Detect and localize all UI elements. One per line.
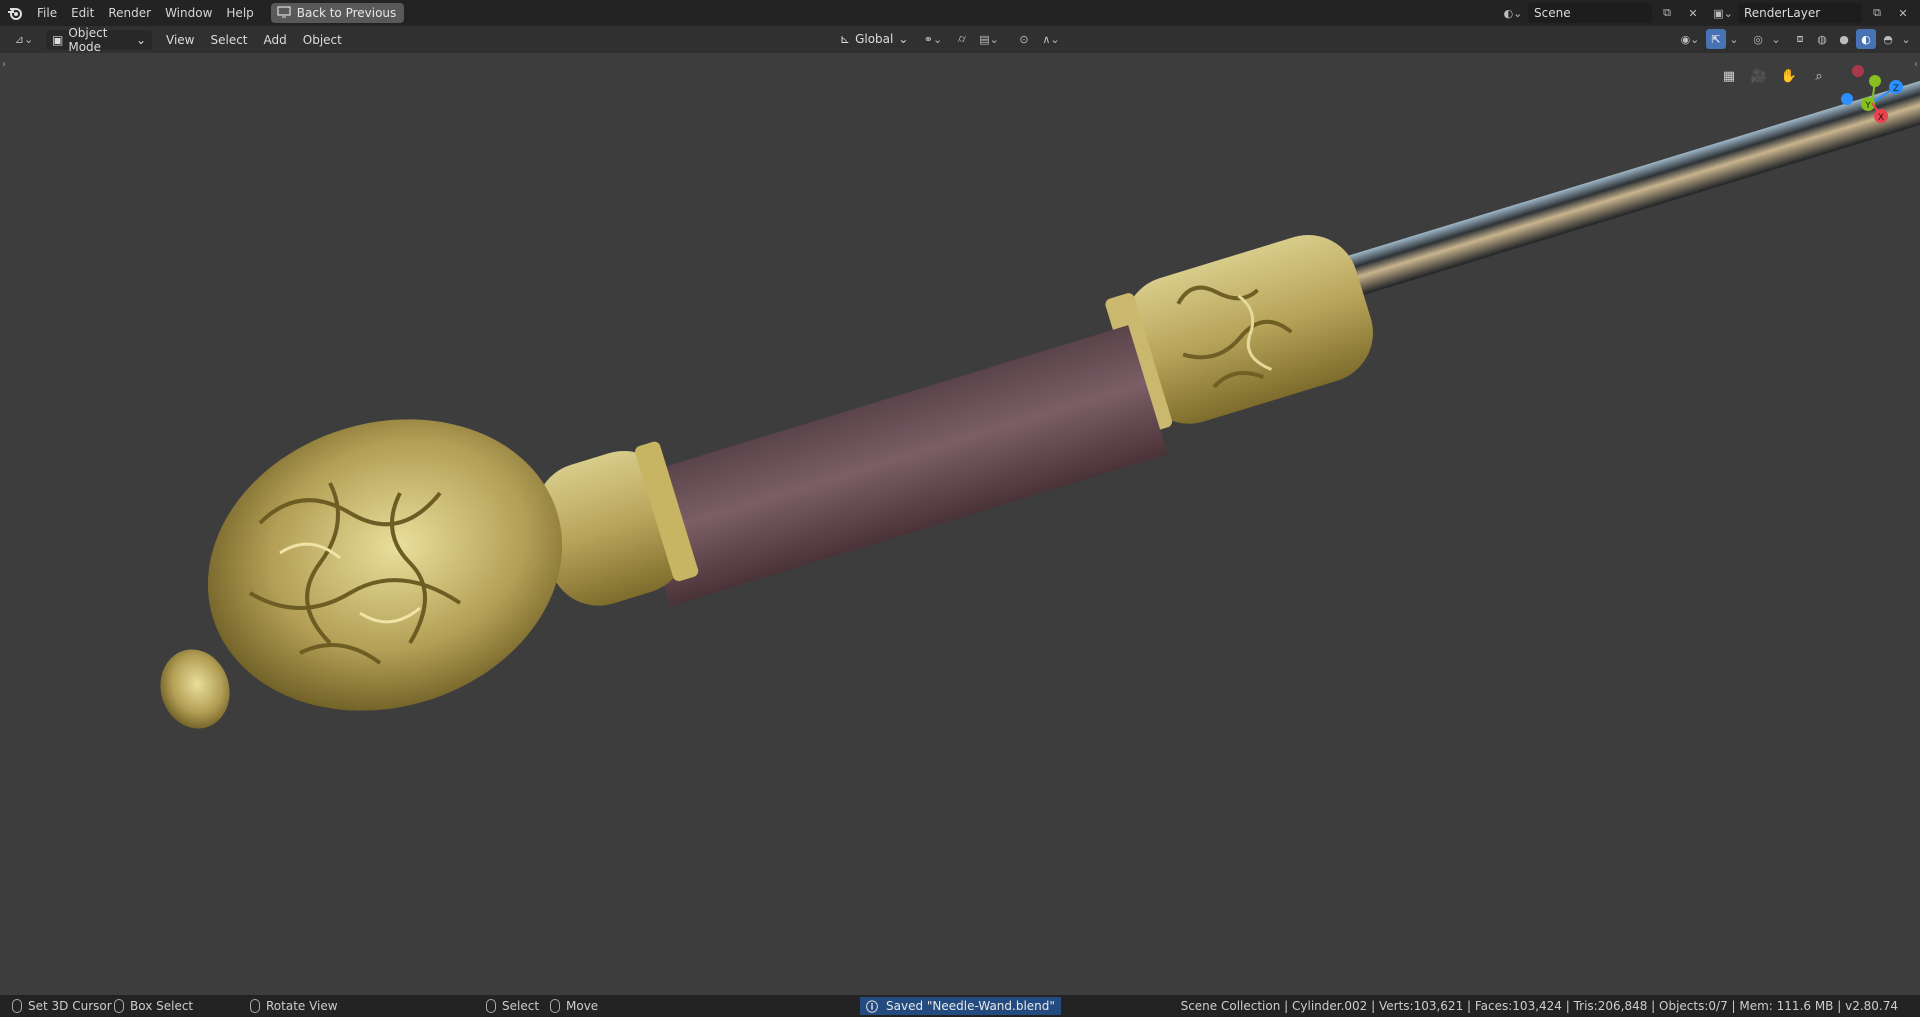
status-label: Set 3D Cursor xyxy=(28,999,112,1013)
status-message-text: Saved "Needle-Wand.blend" xyxy=(886,999,1055,1013)
pivot-point-icon[interactable]: ⚭⌄ xyxy=(918,29,948,49)
zoom-view-icon[interactable]: ⌕ xyxy=(1806,63,1832,89)
overlays-toggle-icon[interactable]: ◎ xyxy=(1748,29,1768,49)
viewport-header: ⊿⌄ ▣ Object Mode ⌄ View Select Add Objec… xyxy=(0,26,1920,54)
menu-render[interactable]: Render xyxy=(101,3,158,23)
mouse-right-icon xyxy=(114,999,124,1013)
object-mode-icon: ▣ xyxy=(52,32,64,47)
mode-label: Object Mode xyxy=(68,25,108,54)
menu-file[interactable]: File xyxy=(30,3,64,23)
mode-dropdown[interactable]: ▣ Object Mode ⌄ xyxy=(46,26,152,54)
status-set-3d-cursor: Set 3D Cursor xyxy=(12,999,112,1013)
snap-toggle-icon[interactable]: ⌭ xyxy=(952,29,972,49)
material-shading-icon[interactable]: ◐ xyxy=(1856,29,1876,49)
scene-statistics: Scene Collection | Cylinder.002 | Verts:… xyxy=(1180,999,1898,1013)
chevron-down-icon[interactable]: ⌄ xyxy=(1900,29,1912,49)
back-to-previous-label: Back to Previous xyxy=(296,6,397,20)
editor-type-icon[interactable]: ⊿⌄ xyxy=(8,30,40,50)
gizmo-z-label: Z xyxy=(1893,84,1899,94)
chevron-down-icon[interactable]: ⌄ xyxy=(1728,29,1740,49)
grid-view-icon[interactable]: ▦ xyxy=(1716,63,1742,89)
top-bar: File Edit Render Window Help Back to Pre… xyxy=(0,0,1920,26)
screen-icon xyxy=(277,5,291,21)
wand-model xyxy=(160,78,1920,729)
status-label: Select xyxy=(502,999,540,1013)
3d-viewport[interactable]: › ‹ ▦ 🎥 ✋ ⌕ Z Y X xyxy=(0,53,1920,995)
status-bar: Set 3D Cursor Box Select Rotate View Sel… xyxy=(0,995,1920,1017)
status-message: ⓘ Saved "Needle-Wand.blend" xyxy=(860,997,1061,1015)
blender-logo-icon[interactable] xyxy=(0,0,30,26)
new-view-layer-icon[interactable]: ⧉ xyxy=(1866,3,1888,23)
back-to-previous-button[interactable]: Back to Previous xyxy=(270,3,405,23)
transform-orientation-dropdown[interactable]: ⊾ Global ⌄ xyxy=(834,29,914,49)
navigation-gizmo[interactable]: Z Y X xyxy=(1834,61,1910,137)
chevron-down-icon: ⌄ xyxy=(898,32,909,46)
menu-window[interactable]: Window xyxy=(158,3,219,23)
status-move: Move xyxy=(550,999,598,1013)
status-box-select: Box Select xyxy=(114,999,193,1013)
object-visibility-icon[interactable]: ◉⌄ xyxy=(1676,29,1704,49)
menu-object[interactable]: Object xyxy=(295,33,350,47)
mouse-middle-icon xyxy=(250,999,260,1013)
orientation-label: Global xyxy=(855,32,894,46)
menu-help[interactable]: Help xyxy=(219,3,260,23)
status-rotate-view: Rotate View xyxy=(250,999,338,1013)
snap-target-icon[interactable]: ▤⌄ xyxy=(976,29,1002,49)
wireframe-shading-icon[interactable]: ◍ xyxy=(1812,29,1832,49)
view-layer-name-field[interactable]: RenderLayer xyxy=(1738,3,1862,23)
menu-select[interactable]: Select xyxy=(202,33,255,47)
chevron-down-icon: ⌄ xyxy=(135,32,146,47)
status-label: Move xyxy=(566,999,599,1013)
mouse-left-icon xyxy=(486,999,496,1013)
orientation-icon: ⊾ xyxy=(840,32,851,46)
status-label: Box Select xyxy=(130,999,194,1013)
mouse-left-icon xyxy=(12,999,22,1013)
xray-toggle-icon[interactable]: ⧈ xyxy=(1790,29,1810,49)
menu-view[interactable]: View xyxy=(158,33,202,47)
status-label: Rotate View xyxy=(266,999,338,1013)
info-icon: ⓘ xyxy=(866,999,879,1014)
view-layer-selector-icon[interactable]: ▣⌄ xyxy=(1712,3,1734,23)
mouse-right-icon xyxy=(550,999,560,1013)
new-scene-icon[interactable]: ⧉ xyxy=(1656,3,1678,23)
scene-selector-icon[interactable]: ◐⌄ xyxy=(1502,3,1524,23)
status-select: Select xyxy=(486,999,539,1013)
menu-add[interactable]: Add xyxy=(256,33,295,47)
pan-view-icon[interactable]: ✋ xyxy=(1776,63,1802,89)
gizmo-x-label: X xyxy=(1878,113,1884,123)
solid-shading-icon[interactable]: ● xyxy=(1834,29,1854,49)
rendered-shading-icon[interactable]: ◓ xyxy=(1878,29,1898,49)
menu-edit[interactable]: Edit xyxy=(64,3,101,23)
camera-view-icon[interactable]: 🎥 xyxy=(1746,63,1772,89)
scene-name-field[interactable]: Scene xyxy=(1528,3,1652,23)
gizmo-y-label: Y xyxy=(1864,101,1871,111)
chevron-down-icon[interactable]: ⌄ xyxy=(1770,29,1782,49)
delete-view-layer-icon[interactable]: ✕ xyxy=(1892,3,1914,23)
proportional-edit-icon[interactable]: ⊙ xyxy=(1014,29,1034,49)
delete-scene-icon[interactable]: ✕ xyxy=(1682,3,1704,23)
falloff-icon[interactable]: ∧⌄ xyxy=(1038,29,1064,49)
gizmo-toggle-icon[interactable]: ⇱ xyxy=(1706,29,1726,49)
